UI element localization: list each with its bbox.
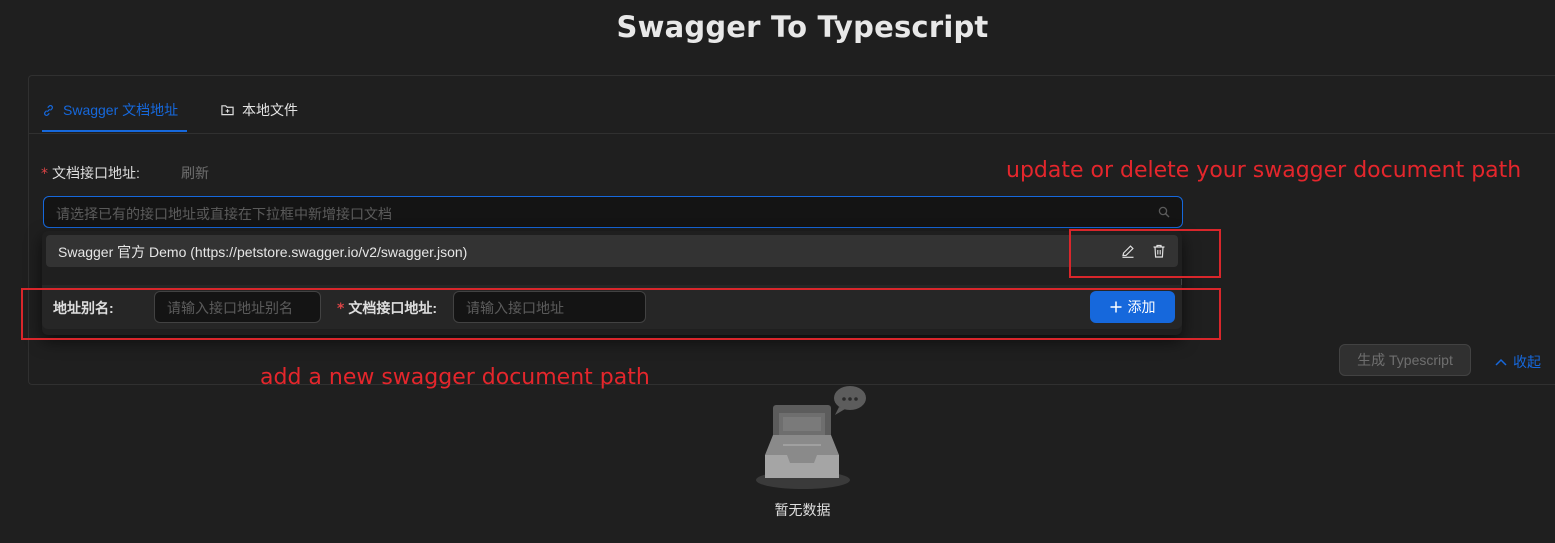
tabs-bar: Swagger 文档地址 本地文件 [29,76,1555,134]
tab-local-file[interactable]: 本地文件 [221,100,298,120]
doc-url-form-label: * 文档接口地址: [41,163,140,183]
tab-label: Swagger 文档地址 [63,102,179,118]
annotation-update-delete: update or delete your swagger document p… [1006,158,1522,183]
folder-icon [221,105,234,116]
empty-state-text: 暂无数据 [774,502,831,518]
refresh-link[interactable]: 刷新 [181,163,209,183]
tab-swagger-doc-url[interactable]: Swagger 文档地址 [42,100,178,120]
annotation-box-update-delete [1069,229,1221,278]
collapse-label: 收起 [1513,354,1541,370]
search-icon [1158,206,1170,218]
active-tab-indicator [42,130,187,132]
tab-label: 本地文件 [242,102,298,118]
select-placeholder: 请选择已有的接口地址或直接在下拉框中新增接口文档 [56,206,392,222]
link-icon [44,104,53,116]
doc-url-select[interactable]: 请选择已有的接口地址或直接在下拉框中新增接口文档 [43,196,1183,228]
annotation-box-add-new [21,288,1221,340]
generate-typescript-button[interactable]: 生成 Typescript [1339,344,1471,376]
required-mark: * [41,166,48,182]
page-title: Swagger To Typescript [616,10,989,44]
doc-url-label-text: 文档接口地址: [52,165,140,181]
annotation-add-new: add a new swagger document path [260,365,650,390]
option-label: Swagger 官方 Demo (https://petstore.swagge… [58,244,468,260]
dropdown-option[interactable]: Swagger 官方 Demo (https://petstore.swagge… [46,235,1178,267]
collapse-link[interactable]: 收起 [1495,352,1541,372]
empty-inbox-illustration [756,386,866,489]
chevron-up-icon [1495,358,1507,366]
